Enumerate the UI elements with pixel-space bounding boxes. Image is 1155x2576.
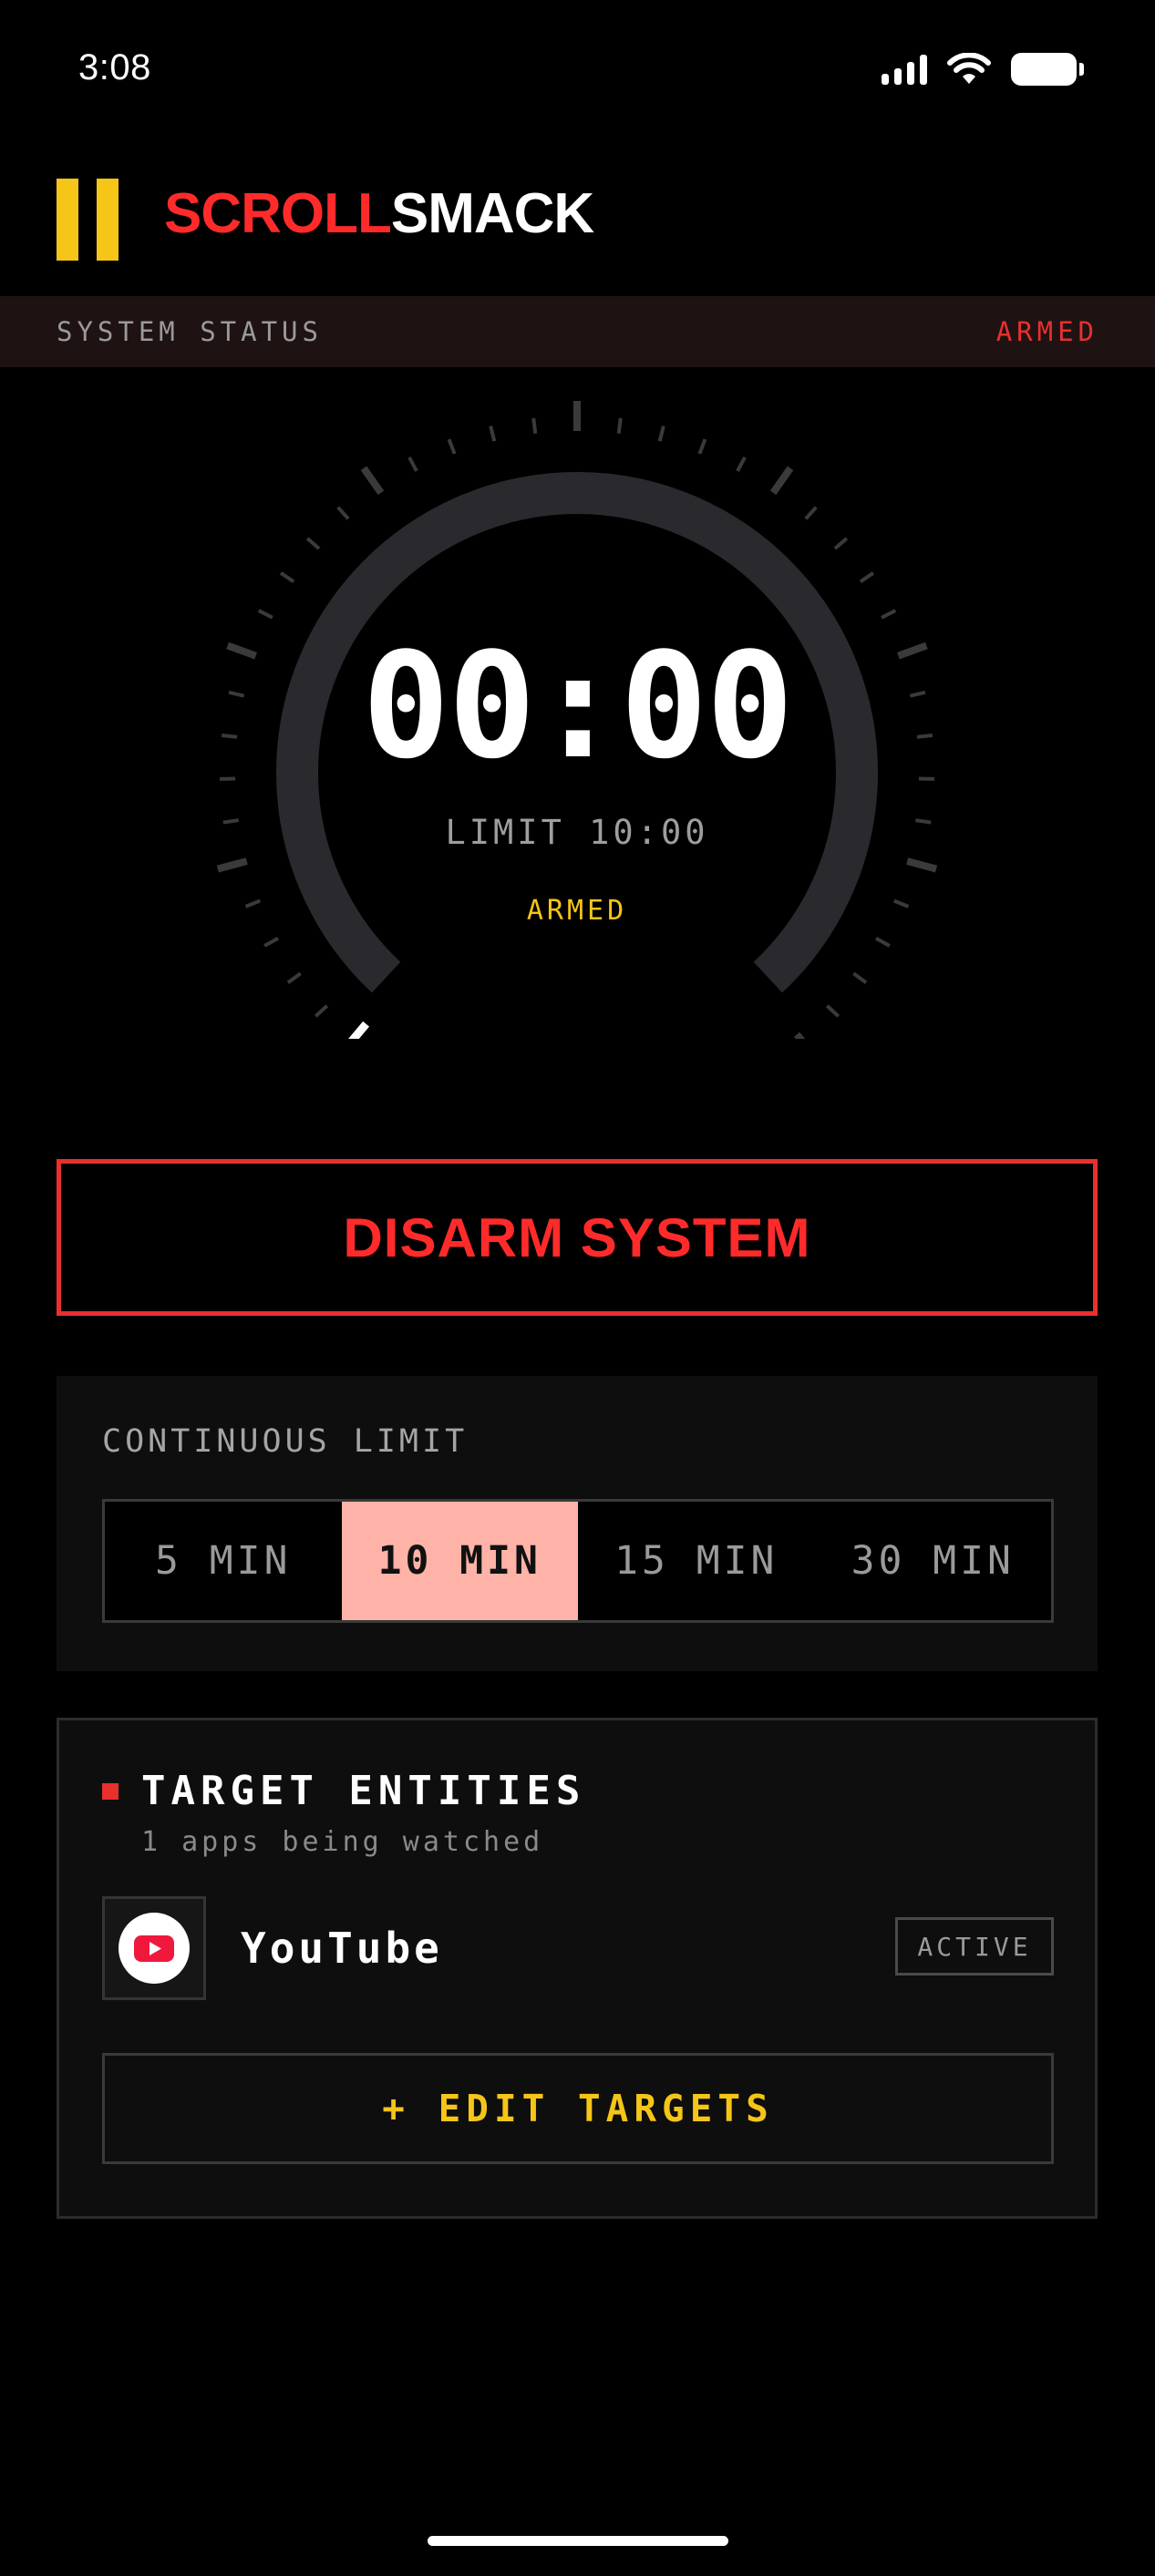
section-bullet (102, 1783, 119, 1800)
youtube-icon (119, 1913, 190, 1984)
dial-tick (875, 937, 891, 948)
dial-tick (336, 506, 350, 520)
app-name: YouTube (241, 1924, 443, 1973)
dial-tick (531, 417, 538, 435)
system-status-label: SYSTEM STATUS (57, 316, 323, 347)
dial-tick (825, 1004, 840, 1018)
list-item[interactable]: YouTube ACTIVE (102, 1896, 1054, 2004)
limit-segmented-control: 5 MIN 10 MIN 15 MIN 30 MIN (102, 1499, 1054, 1623)
dial-tick (906, 857, 938, 873)
dial-tick (616, 417, 623, 435)
signal-icon (882, 54, 927, 85)
app-header: SCROLLSMACK (0, 173, 1155, 264)
dial-tick (360, 466, 385, 496)
dial-state-label: ARMED (526, 895, 628, 927)
dial-tick (314, 1004, 329, 1018)
dial-tick (286, 971, 302, 985)
target-entities-title: TARGET ENTITIES (141, 1768, 586, 1814)
dial-tick (852, 971, 868, 985)
pause-icon (57, 179, 119, 261)
timer-dial: 00:00 LIMIT 10:00 ARMED (212, 401, 942, 1039)
app-icon-frame (102, 1896, 206, 2000)
dial-tick (859, 571, 875, 583)
dial-tick (407, 456, 418, 472)
limit-option-30-min[interactable]: 30 MIN (815, 1502, 1052, 1620)
dial-tick (769, 466, 794, 496)
dial-tick (793, 1031, 806, 1039)
app-logo: SCROLLSMACK (164, 186, 594, 242)
system-status-bar: SYSTEM STATUS ARMED (0, 296, 1155, 367)
system-status-value: ARMED (995, 316, 1098, 347)
wifi-icon (947, 53, 991, 84)
target-entities-subtitle: 1 apps being watched (141, 1826, 544, 1858)
limit-label: LIMIT 10:00 (445, 813, 709, 852)
home-indicator[interactable] (428, 2536, 728, 2546)
continuous-limit-card: CONTINUOUS LIMIT 5 MIN 10 MIN 15 MIN 30 … (57, 1376, 1098, 1671)
dial-tick (736, 456, 747, 472)
disarm-system-button[interactable]: DISARM SYSTEM (57, 1159, 1098, 1316)
dial-tick (279, 571, 295, 583)
dial-tick (489, 426, 497, 442)
dial-tick (833, 537, 849, 550)
limit-option-10-min[interactable]: 10 MIN (341, 1502, 578, 1620)
elapsed-timer: 00:00 (362, 621, 794, 791)
continuous-limit-title: CONTINUOUS LIMIT (102, 1423, 469, 1460)
brand-part-smack: SMACK (390, 182, 594, 245)
dial-pointer (348, 1021, 370, 1039)
dial-tick (657, 426, 665, 442)
dial-tick (804, 506, 818, 520)
dial-tick (881, 609, 897, 620)
status-time: 3:08 (78, 47, 151, 87)
dial-tick (305, 537, 321, 550)
dial-tick (697, 438, 707, 455)
brand-part-scroll: SCROLL (164, 182, 392, 245)
battery-icon (1011, 53, 1084, 86)
dial-tick (447, 438, 457, 455)
dial-tick (257, 609, 273, 620)
target-entities-card: TARGET ENTITIES 1 apps being watched You… (57, 1718, 1098, 2219)
limit-option-15-min[interactable]: 15 MIN (578, 1502, 815, 1620)
edit-targets-button[interactable]: + EDIT TARGETS (102, 2053, 1054, 2164)
status-bar: 3:08 (0, 0, 1155, 146)
status-badge: ACTIVE (895, 1917, 1054, 1976)
limit-option-5-min[interactable]: 5 MIN (105, 1502, 342, 1620)
dial-tick (216, 857, 248, 873)
dial-tick (263, 937, 279, 948)
status-icons (882, 53, 1084, 86)
